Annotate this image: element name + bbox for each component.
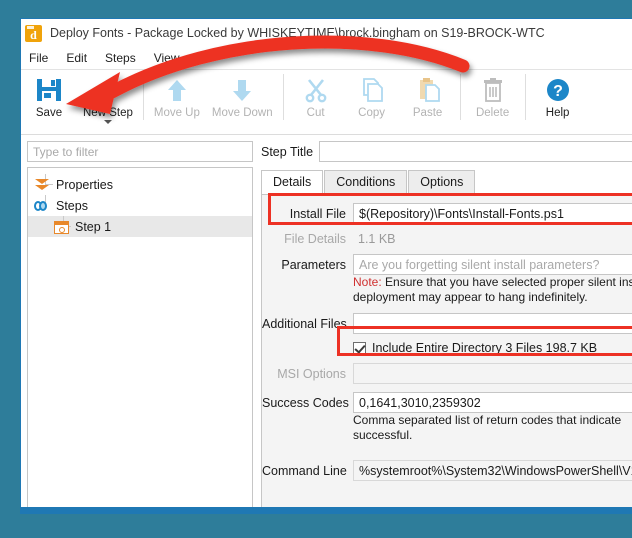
- success-codes-input[interactable]: 0,1641,3010,2359302: [353, 392, 632, 413]
- tree-item-label: Properties: [56, 177, 113, 192]
- tree-item-label: Step 1: [75, 219, 112, 234]
- install-file-input[interactable]: $(Repository)\Fonts\Install-Fonts.ps1: [353, 203, 632, 224]
- help-circle-icon: ?: [543, 74, 573, 106]
- cut-button-label: Cut: [306, 107, 325, 119]
- move-up-button: Move Up: [148, 72, 206, 130]
- menu-item-steps[interactable]: Steps: [105, 51, 136, 65]
- success-codes-row: Success Codes 0,1641,3010,2359302: [262, 392, 632, 413]
- pdq-deploy-package-window: d Deploy Fonts - Package Locked by WHISK…: [20, 18, 632, 514]
- save-floppy-icon: [34, 74, 64, 106]
- success-codes-label: Success Codes: [262, 395, 349, 410]
- move-down-button-label: Move Down: [211, 107, 273, 119]
- new-step-button-label: New Step: [83, 107, 133, 119]
- file-details-value: 1.1 KB: [358, 232, 396, 246]
- menu-item-file[interactable]: File: [29, 51, 48, 65]
- include-entire-directory-label: Include Entire Directory 3 Files 198.7 K…: [372, 341, 598, 355]
- tree-item-step-1[interactable]: Step 1: [28, 216, 252, 237]
- tab-options[interactable]: Options: [408, 170, 476, 194]
- menu-bar: File Edit Steps View: [21, 47, 632, 70]
- paste-button-label: Paste: [412, 107, 443, 119]
- move-down-button: Move Down: [206, 72, 279, 130]
- filter-input[interactable]: Type to filter: [27, 141, 253, 162]
- chevron-down-icon[interactable]: [103, 120, 112, 124]
- new-step-icon: [93, 74, 123, 106]
- toolbar-separator: [282, 74, 284, 120]
- main-content: Type to filter Properties Steps Step 1 S…: [21, 135, 632, 513]
- msi-options-row: MSI Options: [262, 363, 632, 384]
- tree-item-label: Steps: [56, 198, 88, 213]
- file-details-label: File Details: [284, 232, 346, 246]
- details-pane: Step Title Details Conditions Options In…: [257, 135, 632, 513]
- install-file-row: Install File $(Repository)\Fonts\Install…: [262, 203, 632, 224]
- tab-conditions[interactable]: Conditions: [324, 170, 408, 194]
- parameters-label: Parameters: [281, 257, 346, 272]
- silent-install-note-line2: deployment may appear to hang indefinite…: [353, 290, 588, 304]
- command-line-row: Command Line %systemroot%\System32\Windo…: [262, 460, 632, 481]
- title-bar: d Deploy Fonts - Package Locked by WHISK…: [21, 19, 632, 47]
- toolbar-separator: [142, 74, 144, 120]
- new-step-button[interactable]: New Step: [77, 72, 139, 130]
- step-title-label: Step Title: [261, 144, 314, 159]
- tab-bar: Details Conditions Options: [257, 170, 632, 194]
- package-tree: Properties Steps Step 1: [27, 167, 253, 512]
- install-file-label: Install File: [289, 206, 346, 221]
- toolbar: Save New Step Move Up Move Down Cut Copy…: [21, 70, 632, 135]
- tab-details[interactable]: Details: [261, 170, 324, 194]
- menu-item-view[interactable]: View: [154, 51, 180, 65]
- tree-item-steps[interactable]: Steps: [28, 195, 252, 216]
- note-prefix: Note:: [353, 275, 382, 289]
- step-icon: [54, 220, 69, 234]
- window-title: Deploy Fonts - Package Locked by WHISKEY…: [50, 26, 545, 40]
- copy-icon: [357, 74, 387, 106]
- parameters-input[interactable]: Are you forgetting silent install parame…: [353, 254, 632, 275]
- delete-button-label: Delete: [475, 107, 510, 119]
- success-codes-help-line2: successful.: [353, 428, 413, 442]
- include-entire-directory-checkbox[interactable]: [353, 341, 366, 355]
- window-bottom-accent: [21, 507, 632, 513]
- cut-button: Cut: [288, 72, 344, 130]
- include-entire-directory-row[interactable]: Include Entire Directory 3 Files 198.7 K…: [353, 341, 632, 355]
- app-icon: d: [25, 24, 42, 42]
- copy-button: Copy: [344, 72, 400, 130]
- help-button[interactable]: ? Help: [530, 72, 586, 130]
- step-title-input[interactable]: [319, 141, 632, 162]
- details-tab-panel: Install File $(Repository)\Fonts\Install…: [261, 194, 632, 513]
- command-line-label: Command Line: [262, 463, 347, 478]
- toolbar-separator: [459, 74, 461, 120]
- arrow-down-icon: [227, 74, 257, 106]
- msi-options-label: MSI Options: [277, 366, 346, 381]
- additional-files-row: Additional Files: [262, 313, 632, 334]
- toolbar-separator: [524, 74, 526, 120]
- note-line-1: Ensure that you have selected proper sil…: [385, 275, 632, 289]
- app-icon-letter: d: [30, 28, 37, 42]
- delete-button: Delete: [465, 72, 521, 130]
- move-up-button-label: Move Up: [153, 107, 200, 119]
- additional-files-input[interactable]: [353, 313, 632, 334]
- copy-button-label: Copy: [358, 107, 386, 119]
- save-button-label: Save: [35, 107, 63, 119]
- command-line-input: %systemroot%\System32\WindowsPowerShell\…: [353, 460, 632, 481]
- file-details-row: File Details 1.1 KB: [262, 232, 632, 246]
- properties-icon: [34, 177, 50, 193]
- success-codes-help-line1: Comma separated list of return codes tha…: [353, 413, 622, 427]
- arrow-up-icon: [162, 74, 192, 106]
- tree-item-properties[interactable]: Properties: [28, 174, 252, 195]
- step-title-row: Step Title: [257, 141, 632, 162]
- menu-item-edit[interactable]: Edit: [66, 51, 87, 65]
- svg-text:?: ?: [553, 83, 563, 100]
- steps-icon: [34, 198, 50, 214]
- silent-install-note: Note: Ensure that you have selected prop…: [353, 275, 632, 290]
- additional-files-label: Additional Files: [262, 316, 347, 331]
- paste-button: Paste: [400, 72, 456, 130]
- parameters-row: Parameters Are you forgetting silent ins…: [262, 254, 632, 275]
- scissors-icon: [301, 74, 331, 106]
- help-button-label: Help: [545, 107, 570, 119]
- left-pane: Type to filter Properties Steps Step 1: [21, 135, 257, 513]
- trash-icon: [478, 74, 508, 106]
- paste-icon: [413, 74, 443, 106]
- msi-options-input: [353, 363, 632, 384]
- save-button[interactable]: Save: [21, 72, 77, 130]
